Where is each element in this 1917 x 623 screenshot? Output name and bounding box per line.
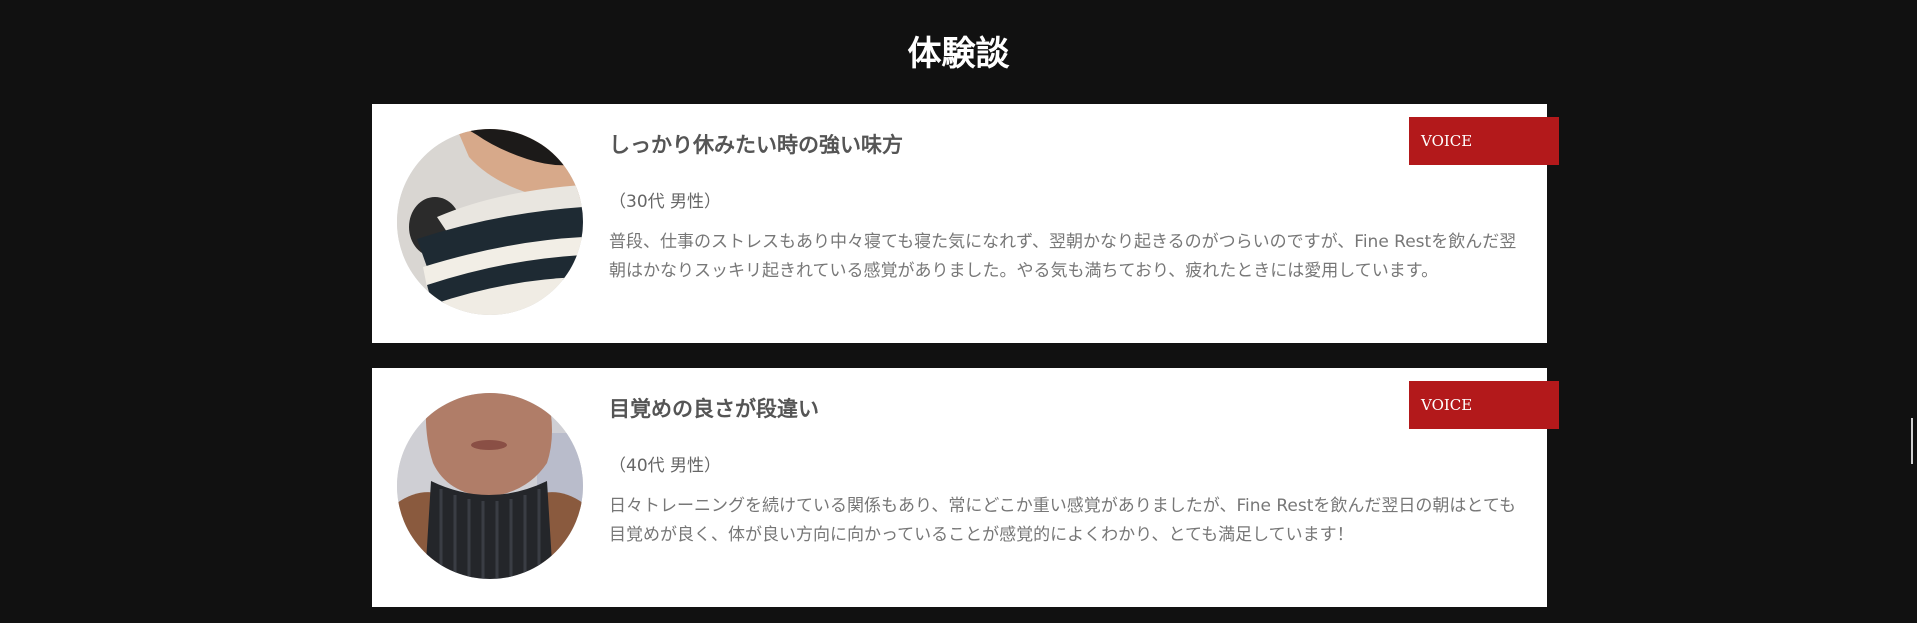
testimonial-title: しっかり休みたい時の強い味方 bbox=[609, 133, 903, 157]
voice-badge: VOICE bbox=[1409, 381, 1559, 429]
testimonial-author-meta: （40代 男性） bbox=[609, 456, 722, 476]
scrollbar[interactable] bbox=[1911, 418, 1913, 464]
testimonial-title: 目覚めの良さが段違い bbox=[609, 397, 819, 421]
man-turtleneck-photo bbox=[397, 393, 583, 579]
testimonial-photo bbox=[397, 393, 583, 579]
testimonial-card: 目覚めの良さが段違い （40代 男性） 日々トレーニングを続けている関係もあり、… bbox=[372, 368, 1559, 607]
testimonial-photo bbox=[397, 129, 583, 315]
testimonial-card: しっかり休みたい時の強い味方 （30代 男性） 普段、仕事のストレスもあり中々寝… bbox=[372, 104, 1559, 343]
section-title: 体験談 bbox=[907, 34, 1010, 74]
testimonial-body: 普段、仕事のストレスもあり中々寝ても寝た気になれず、翌朝かなり起きるのがつらいの… bbox=[609, 232, 1517, 281]
man-striped-sweater-photo bbox=[397, 129, 583, 315]
testimonial-body: 日々トレーニングを続けている関係もあり、常にどこか重い感覚がありましたが、Fin… bbox=[609, 496, 1517, 545]
voice-badge: VOICE bbox=[1409, 117, 1559, 165]
testimonial-author-meta: （30代 男性） bbox=[609, 192, 722, 212]
